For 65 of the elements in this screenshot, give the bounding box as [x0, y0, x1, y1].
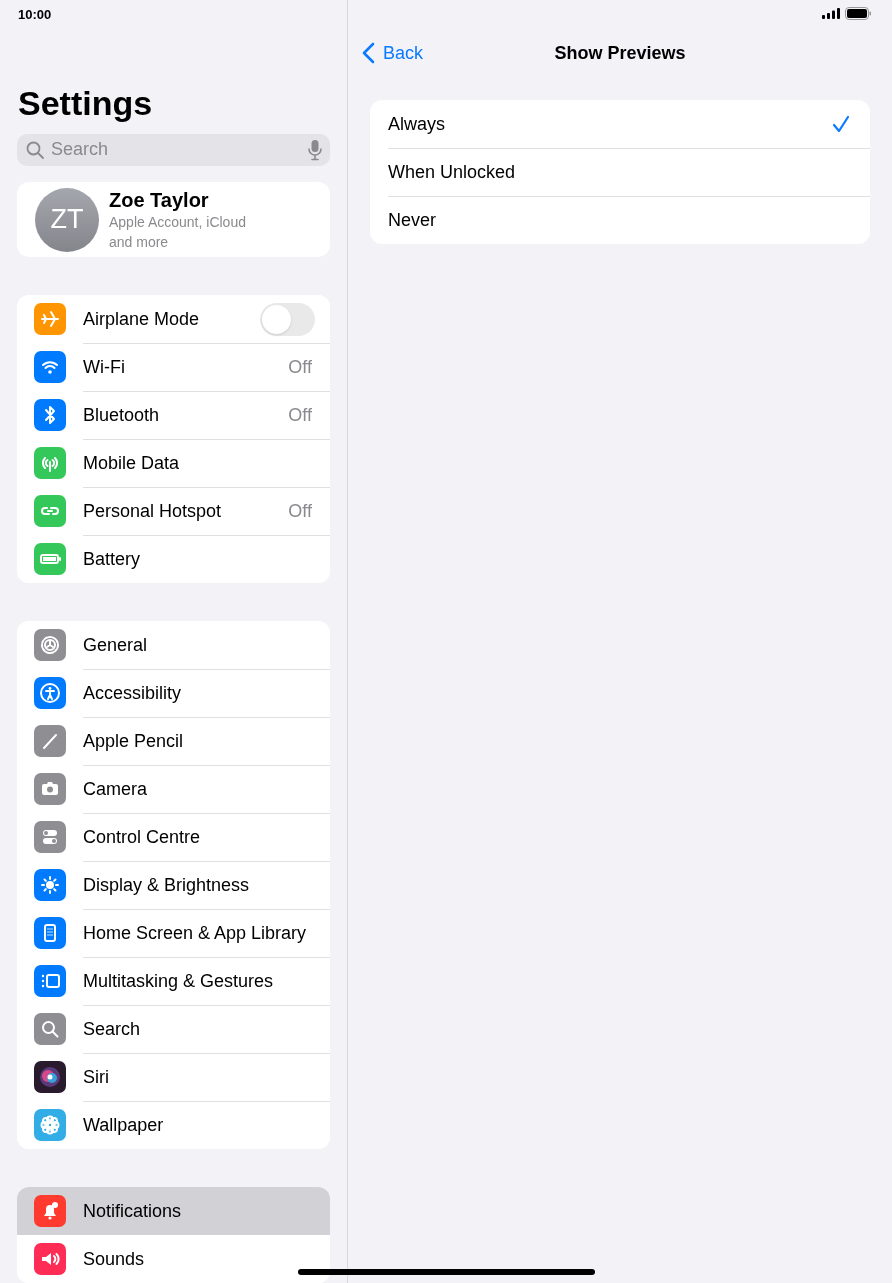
antenna-icon — [34, 447, 66, 479]
row-label: Wi-Fi — [83, 356, 126, 379]
option-label: When Unlocked — [388, 161, 517, 184]
option-row[interactable]: Never — [388, 196, 870, 244]
microphone-icon[interactable] — [308, 138, 322, 161]
chevron-left-icon — [362, 42, 375, 64]
row-label: Siri — [83, 1066, 110, 1089]
settings-icon — [34, 629, 66, 661]
page-title: Settings — [18, 82, 154, 123]
phone-icon — [34, 917, 66, 949]
profile-card[interactable]: ZT Zoe Taylor Apple Account, iCloud and more — [17, 182, 330, 257]
row-label: Multitasking & Gestures — [83, 970, 275, 993]
option-label: Always — [388, 112, 446, 136]
sun-icon — [34, 869, 66, 901]
link-icon — [34, 495, 66, 527]
search-input[interactable]: Search — [51, 136, 302, 164]
avatar: ZT — [35, 187, 99, 252]
airplane-icon — [34, 303, 66, 335]
bell-icon — [34, 1195, 66, 1227]
row-label: Camera — [83, 778, 149, 801]
row-label: Home Screen & App Library — [83, 922, 308, 945]
back-button[interactable]: Back — [348, 39, 424, 67]
settings-row[interactable]: Notifications — [17, 1187, 330, 1235]
row-label: Apple Pencil — [83, 730, 185, 753]
row-label: Wallpaper — [83, 1114, 165, 1137]
home-indicator[interactable] — [298, 1269, 595, 1275]
row-value: Off — [288, 356, 312, 379]
row-label: Accessibility — [83, 682, 183, 705]
row-label: Mobile Data — [83, 452, 181, 475]
status-time: 10:00 — [17, 6, 53, 24]
pencil-icon — [34, 725, 66, 757]
profile-subtitle: Apple Account, iCloud and more — [109, 212, 247, 252]
row-label: Airplane Mode — [83, 307, 201, 331]
row-label: Search — [83, 1018, 142, 1041]
option-row[interactable]: Always — [388, 100, 870, 148]
option-label: Never — [388, 209, 437, 232]
search-icon — [25, 139, 45, 160]
window-icon — [34, 965, 66, 997]
row-label: Notifications — [83, 1199, 183, 1223]
bluetooth-icon — [34, 399, 66, 431]
row-value: Off — [288, 404, 312, 427]
row-label: Display & Brightness — [83, 874, 251, 897]
orb-icon — [34, 1061, 66, 1093]
switches-icon — [34, 821, 66, 853]
row-label: General — [83, 633, 149, 657]
flower-icon — [34, 1109, 66, 1141]
row-label: Control Centre — [83, 826, 202, 849]
toggle-switch[interactable] — [260, 302, 315, 336]
row-label: Personal Hotspot — [83, 500, 223, 523]
accessibility-icon — [34, 677, 66, 709]
profile-name: Zoe Taylor — [109, 187, 210, 212]
signal-icon — [822, 7, 840, 19]
wifi-icon — [34, 351, 66, 383]
speaker-icon — [34, 1243, 66, 1275]
row-value: Off — [288, 500, 312, 523]
camera-icon — [34, 773, 66, 805]
row-label: Battery — [83, 548, 142, 571]
option-row[interactable]: When Unlocked — [388, 148, 870, 196]
battery-icon — [845, 6, 872, 20]
row-label: Bluetooth — [83, 404, 161, 427]
battery-icon — [34, 543, 66, 575]
search-field[interactable]: Search — [17, 133, 330, 166]
nav-title: Show Previews — [554, 41, 686, 65]
row-label: Sounds — [83, 1247, 146, 1271]
search-icon — [34, 1013, 66, 1045]
